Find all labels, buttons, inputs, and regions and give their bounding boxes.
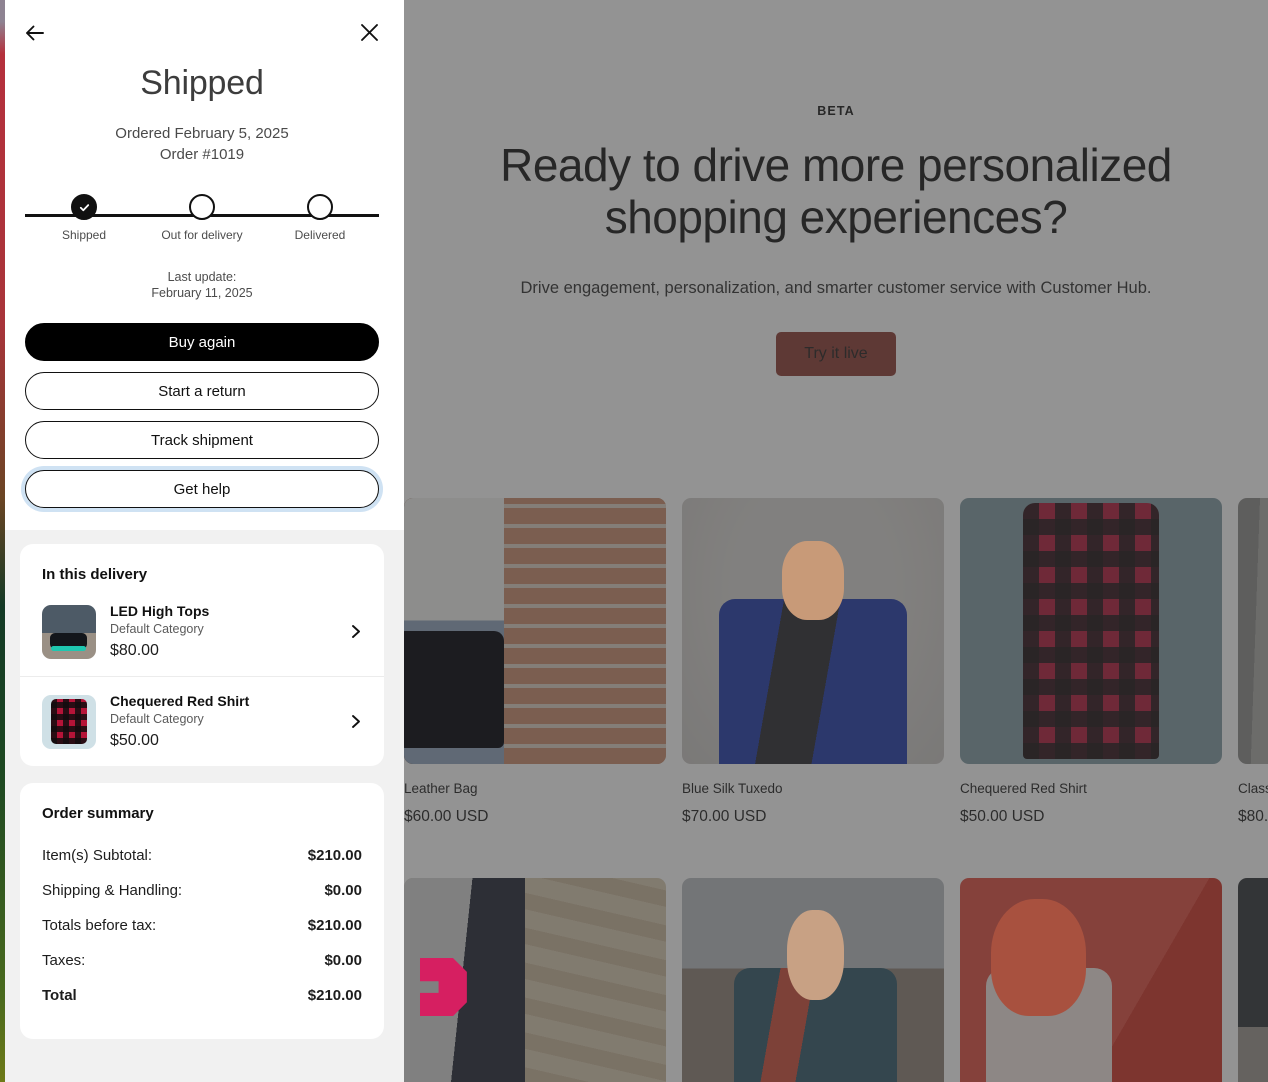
product-title: Blue Silk Tuxedo [682,781,783,796]
summary-label: Total [42,987,77,1004]
hero-section: BETA Ready to drive more personalized sh… [404,0,1268,480]
last-update-label: Last update: [167,270,237,284]
product-title: Chequered Red Shirt [960,781,1087,796]
order-number: Order #1019 [159,146,245,163]
arrow-left-icon [26,25,44,41]
product-card[interactable] [960,878,1222,1082]
delivery-item-price: $50.00 [110,732,159,749]
summary-row-total: Total $210.00 [42,978,362,1013]
product-price: $80.00 USD [1238,808,1268,825]
try-it-live-button[interactable]: Try it live [776,332,896,377]
summary-value: $0.00 [324,882,362,899]
start-a-return-button[interactable]: Start a return [25,372,379,411]
summary-value: $210.00 [307,917,362,934]
get-help-button[interactable]: Get help [25,470,379,509]
product-image [682,498,944,764]
beta-badge: BETA [817,103,855,118]
product-image [960,498,1222,764]
check-icon [79,203,89,211]
summary-label: Item(s) Subtotal: [42,847,153,864]
tracker-step-shipped: Shipped [25,194,143,242]
in-this-delivery-card: In this delivery LED High Tops Default C… [20,544,384,766]
chevron-right-icon[interactable] [347,713,368,730]
summary-value: $0.00 [324,952,362,969]
panel-body: In this delivery LED High Tops Default C… [0,530,404,1076]
shoes-thumbnail [42,604,96,659]
delivery-item-name: LED High Tops [110,603,210,619]
chevron-right-icon[interactable] [347,623,368,640]
product-price: $60.00 USD [404,808,489,825]
summary-row: Item(s) Subtotal: $210.00 [42,838,362,873]
tracker-step-out-for-delivery: Out for delivery [143,194,261,242]
product-card[interactable] [1238,878,1268,1082]
last-update-date: February 11, 2025 [151,285,253,300]
order-date: Ordered February 5, 2025 [115,125,289,142]
panel-header: Shipped Ordered February 5, 2025 Order #… [0,0,404,530]
product-grid: Leather Bag $60.00 USD Blue Silk Tuxedo … [404,498,1268,1082]
summary-row: Shipping & Handling: $0.00 [42,873,362,908]
summary-row: Totals before tax: $210.00 [42,908,362,943]
product-image [682,878,944,1082]
shirt-thumbnail [42,694,96,749]
product-image [1238,498,1268,764]
product-card[interactable]: Leather Bag $60.00 USD [404,498,666,826]
last-update-block: Last update: February 11, 2025 [25,270,379,301]
track-shipment-button[interactable]: Track shipment [25,421,379,460]
product-card[interactable]: Chequered Red Shirt $50.00 USD [960,498,1222,826]
tracker-node-empty [307,194,333,220]
summary-label: Taxes: [42,952,86,969]
product-price: $50.00 USD [960,808,1045,825]
product-card[interactable]: Blue Silk Tuxedo $70.00 USD [682,498,944,826]
tracker-step-label: Out for delivery [161,228,243,242]
delivery-item-row[interactable]: LED High Tops Default Category $80.00 [20,587,384,676]
product-title: Classic Leather Jacket [1238,781,1268,796]
summary-label: Totals before tax: [42,917,157,934]
product-image [404,498,666,764]
summary-label: Shipping & Handling: [42,882,183,899]
delivery-item-category: Default Category [110,712,204,726]
shipment-progress-tracker: Shipped Out for delivery Delivered [25,194,379,248]
summary-value: $210.00 [307,847,362,864]
order-status-title: Shipped [140,64,264,102]
product-card[interactable]: Classic Leather Jacket $80.00 USD [1238,498,1268,826]
tracker-step-label: Delivered [294,228,346,242]
delivery-item-category: Default Category [110,622,204,636]
order-summary-card: Order summary Item(s) Subtotal: $210.00 … [20,783,384,1039]
close-button[interactable] [357,20,382,45]
delivery-item-row[interactable]: Chequered Red Shirt Default Category $50… [20,676,384,766]
summary-value: $210.00 [307,987,362,1004]
order-detail-panel: Shipped Ordered February 5, 2025 Order #… [0,0,404,1082]
back-button[interactable] [22,20,48,46]
hero-title: Ready to drive more personalized shoppin… [500,138,1172,243]
accent-edge-stripe [0,0,5,1082]
product-title: Leather Bag [404,781,478,796]
product-image [404,878,666,1082]
hero-subtitle: Drive engagement, personalization, and s… [520,279,1152,298]
product-card[interactable] [404,878,666,1082]
product-price: $70.00 USD [682,808,767,825]
in-this-delivery-title: In this delivery [42,566,148,583]
buy-again-button[interactable]: Buy again [25,323,379,362]
tracker-step-label: Shipped [61,228,107,242]
order-actions: Buy again Start a return Track shipment … [25,323,379,509]
product-image [1238,878,1268,1082]
order-summary-title: Order summary [42,805,154,822]
tracker-node-empty [189,194,215,220]
delivery-item-name: Chequered Red Shirt [110,693,250,709]
tracker-step-delivered: Delivered [261,194,379,242]
summary-row: Taxes: $0.00 [42,943,362,978]
product-card[interactable] [682,878,944,1082]
delivery-item-price: $80.00 [110,642,159,659]
tracker-node-filled [71,194,97,220]
app-screen: BETA Ready to drive more personalized sh… [0,0,1268,1082]
product-image [960,878,1222,1082]
close-icon [361,24,378,41]
